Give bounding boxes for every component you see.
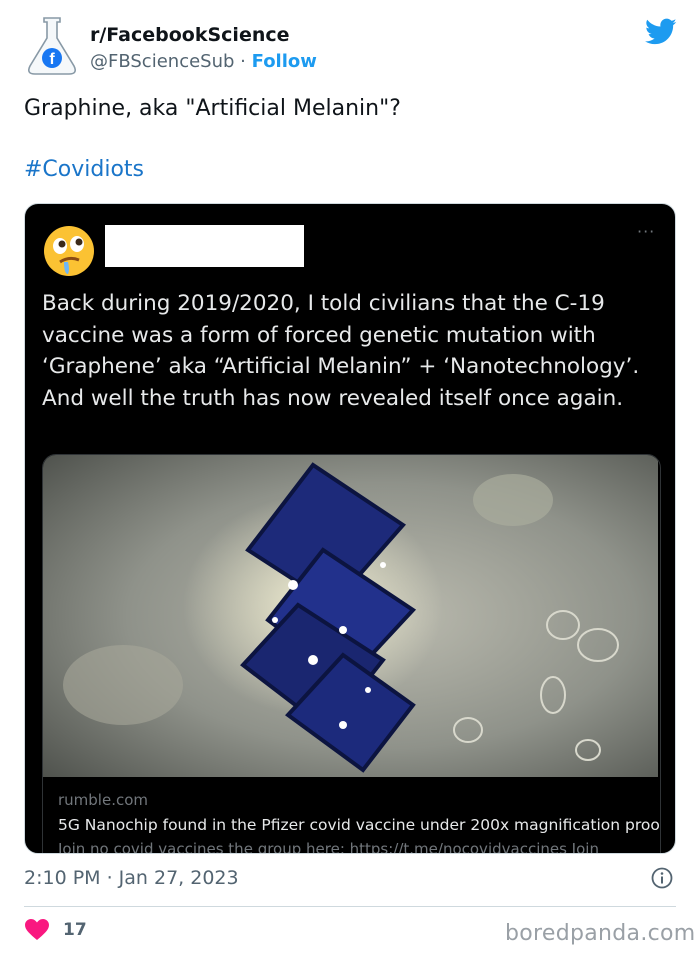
link-preview-card[interactable]: rumble.com 5G Nanochip found in the Pfiz… (42, 454, 661, 854)
heart-icon[interactable] (25, 919, 49, 941)
twitter-bird-icon[interactable] (645, 18, 677, 46)
author-name[interactable]: r/FacebookScience (90, 24, 290, 46)
link-description: Join no covid vaccines the group here: h… (58, 840, 599, 854)
follow-button[interactable]: Follow (252, 51, 317, 72)
author-avatar[interactable]: f (22, 14, 82, 78)
tweet-timestamp[interactable]: 2:10 PM · Jan 27, 2023 (24, 867, 239, 889)
embedded-tweet-text: Back during 2019/2020, I told civilians … (42, 291, 640, 411)
redacted-author-block (105, 225, 304, 267)
author-handle-row: @FBScienceSub · Follow (90, 51, 317, 72)
divider (24, 906, 676, 907)
microscope-photo (43, 455, 658, 777)
hashtag-link[interactable]: #Covidiots (24, 157, 144, 182)
tweet-text: Graphine, aka "Artificial Melanin"? (24, 96, 401, 121)
source-watermark: boredpanda.com (505, 921, 696, 946)
svg-text:f: f (49, 51, 55, 68)
more-options-icon[interactable]: ··· (637, 222, 655, 241)
info-icon[interactable] (651, 867, 673, 889)
link-title[interactable]: 5G Nanochip found in the Pfizer covid va… (58, 816, 660, 834)
drooling-face-emoji (42, 224, 96, 278)
flask-icon: f (28, 17, 76, 75)
link-domain: rumble.com (58, 791, 149, 809)
author-handle[interactable]: @FBScienceSub (90, 51, 234, 72)
embedded-tweet-card[interactable]: ··· Back during 2019/2020, I told civili… (24, 203, 676, 854)
like-count: 17 (63, 920, 87, 940)
separator-dot: · (240, 51, 246, 72)
